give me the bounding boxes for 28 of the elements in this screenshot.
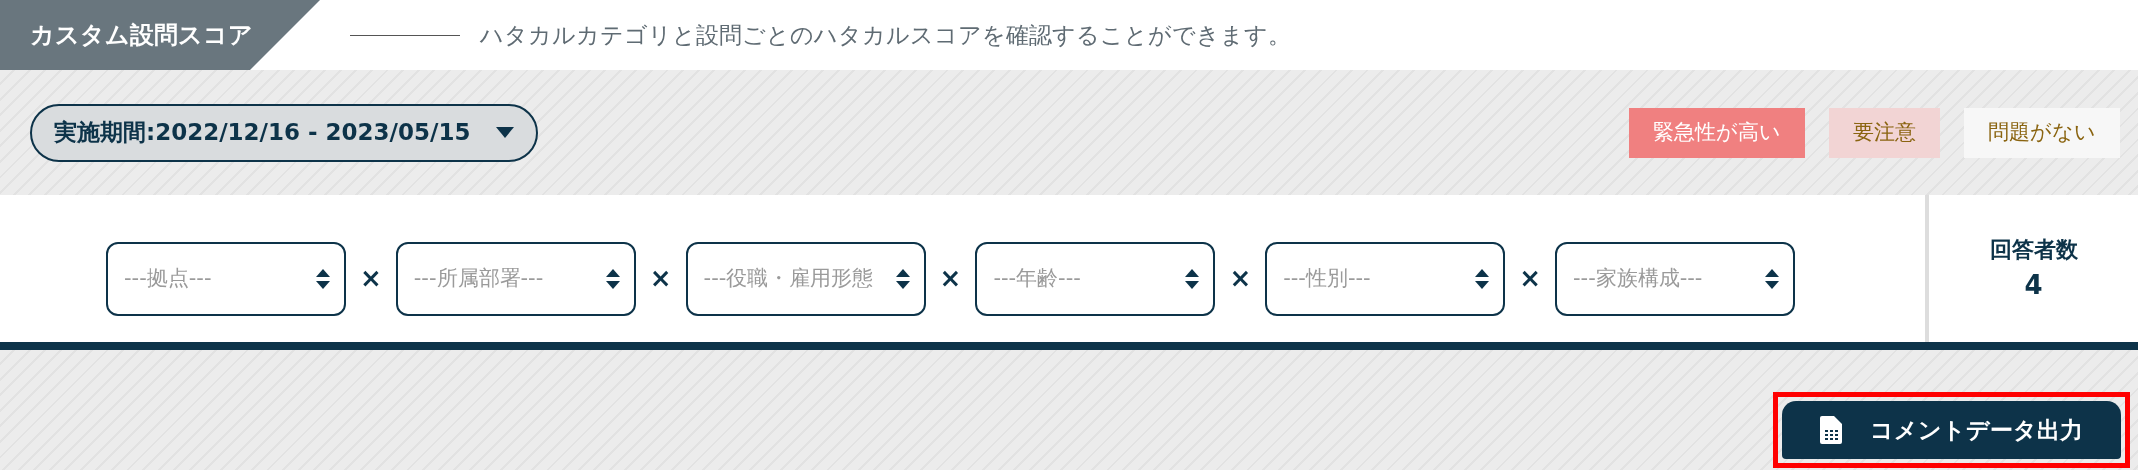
respondents-count: 4 (2024, 268, 2043, 302)
export-button[interactable]: コメントデータ出力 (1782, 401, 2121, 459)
select-field[interactable]: ---拠点--- (106, 241, 346, 316)
cross-separator: × (360, 262, 382, 295)
select-field[interactable]: ---役職・雇用形態 (685, 241, 926, 316)
sort-arrows-icon (316, 268, 330, 289)
legend-tag: 問題がない (1964, 107, 2120, 158)
select-field[interactable]: ---家族構成--- (1555, 241, 1795, 316)
sort-arrows-icon (895, 268, 910, 289)
cross-separator: × (649, 262, 672, 295)
select-field[interactable]: ---性別--- (1265, 241, 1506, 316)
spreadsheet-file-icon (1820, 416, 1842, 444)
page-description: ハタカルカテゴリと設問ごとのハタカルスコアを確認することができます。 (480, 20, 1291, 50)
cross-separator: × (1229, 262, 1252, 295)
legend-tag: 緊急性が高い (1629, 107, 1805, 158)
caret-icon (496, 127, 515, 138)
period-dropdown[interactable]: 実施期間:2022/12/16 - 2023/05/15 (30, 103, 539, 162)
legend-tag: 要注意 (1829, 107, 1940, 158)
respondents-label: 回答者数 (1989, 235, 2078, 264)
page-title: カスタム設問スコア (0, 0, 320, 70)
select-field[interactable]: ---所属部署--- (395, 241, 636, 316)
sort-arrows-icon (1185, 268, 1200, 289)
sort-arrows-icon (1475, 268, 1490, 289)
sort-arrows-icon (605, 268, 620, 289)
select-field[interactable]: ---年齢--- (975, 241, 1216, 316)
cross-separator: × (1519, 262, 1541, 295)
cross-separator: × (939, 262, 962, 295)
sort-arrows-icon (1765, 268, 1779, 289)
